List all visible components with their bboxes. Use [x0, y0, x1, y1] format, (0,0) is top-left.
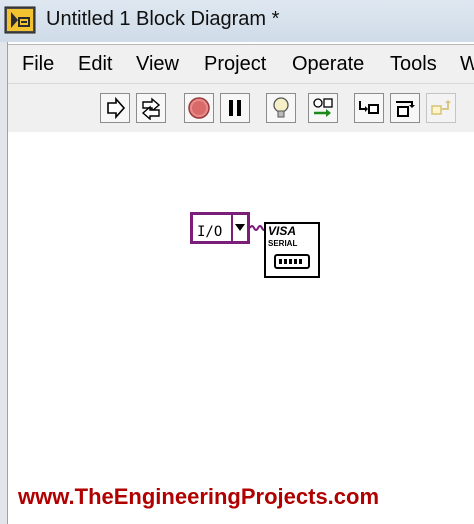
menu-operate[interactable]: Operate [292, 53, 364, 76]
watermark-text: www.TheEngineeringProjects.com [18, 484, 380, 509]
run-button[interactable] [100, 93, 130, 123]
menu-view[interactable]: View [136, 53, 179, 76]
labview-app-icon[interactable] [4, 6, 36, 34]
menu-window[interactable]: W [460, 53, 474, 76]
io-constant-label: I/O [197, 224, 222, 240]
highlight-execution-bulb-icon [273, 97, 289, 118]
run-continuously-button[interactable] [136, 93, 166, 123]
abort-execution-icon [188, 97, 210, 119]
pause-icon [229, 100, 241, 116]
menu-edit[interactable]: Edit [78, 53, 112, 76]
run-continuously-icon [141, 97, 161, 120]
block-diagram-canvas[interactable] [8, 132, 474, 524]
window-left-border [0, 42, 8, 524]
retain-wire-values-icon [313, 98, 333, 117]
retain-wire-values-button[interactable] [308, 93, 338, 123]
step-into-button[interactable] [354, 93, 384, 123]
window-title: Untitled 1 Block Diagram * [46, 8, 280, 30]
menu-tools[interactable]: Tools [390, 53, 437, 76]
abort-execution-button[interactable] [184, 93, 214, 123]
toolbar [8, 83, 474, 133]
pause-button[interactable] [220, 93, 250, 123]
title-bar: Untitled 1 Block Diagram * [0, 0, 474, 42]
serial-port-icon [274, 254, 310, 269]
menu-file[interactable]: File [22, 53, 54, 76]
step-out-button[interactable] [426, 93, 456, 123]
visa-resource-constant[interactable]: I/O [190, 212, 250, 244]
visa-node-title: VISA [268, 224, 296, 238]
step-out-icon [431, 100, 451, 115]
step-into-icon [359, 101, 379, 114]
visa-node-subtitle: SERIAL [268, 239, 297, 248]
visa-serial-node[interactable]: VISA SERIAL [264, 222, 320, 278]
menu-project[interactable]: Project [204, 53, 266, 76]
menu-bar: File Edit View Project Operate Tools W [8, 44, 474, 83]
step-over-button[interactable] [390, 93, 420, 123]
highlight-execution-button[interactable] [266, 93, 296, 123]
run-arrow-icon [107, 96, 126, 120]
step-over-icon [396, 101, 415, 117]
